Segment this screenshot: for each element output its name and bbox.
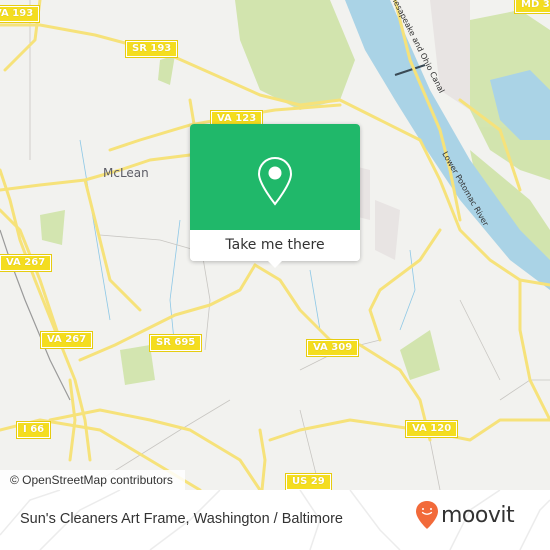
- park-area: [40, 210, 65, 245]
- map-view[interactable]: McLean SR 193 VA 193 VA 123 VA 267 VA 26…: [0, 0, 550, 490]
- take-me-there-button[interactable]: Take me there: [190, 230, 360, 261]
- road-shield-va193: VA 193: [0, 5, 41, 23]
- popup-pointer: [267, 260, 283, 268]
- road-shield-va309: VA 309: [305, 339, 360, 357]
- map-pin-icon: [257, 156, 293, 206]
- road-shield-sr193: SR 193: [124, 40, 179, 58]
- road-shield-us29: US 29: [285, 473, 332, 490]
- road-shield-md396: MD 396: [514, 0, 550, 14]
- park-area: [120, 345, 155, 385]
- place-title: Sun's Cleaners Art Frame, Washington / B…: [20, 511, 343, 527]
- moovit-pin-icon: [416, 501, 438, 529]
- popup-header: [190, 124, 360, 230]
- park-area: [400, 330, 440, 380]
- footer-bar: Sun's Cleaners Art Frame, Washington / B…: [0, 490, 550, 550]
- brand-name: moovit: [441, 502, 515, 528]
- location-popup[interactable]: Take me there: [190, 124, 360, 268]
- moovit-logo[interactable]: moovit: [415, 500, 515, 530]
- park-area: [158, 55, 175, 85]
- road-shield-va267-south: VA 267: [39, 331, 94, 349]
- road-shield-sr695: SR 695: [148, 334, 203, 352]
- map-attribution[interactable]: © OpenStreetMap contributors: [0, 470, 185, 490]
- road-shield-i66: I 66: [15, 421, 52, 439]
- road-shield-va267: VA 267: [0, 254, 53, 272]
- road-shield-va120: VA 120: [404, 420, 459, 438]
- place-label-mclean: McLean: [103, 166, 149, 180]
